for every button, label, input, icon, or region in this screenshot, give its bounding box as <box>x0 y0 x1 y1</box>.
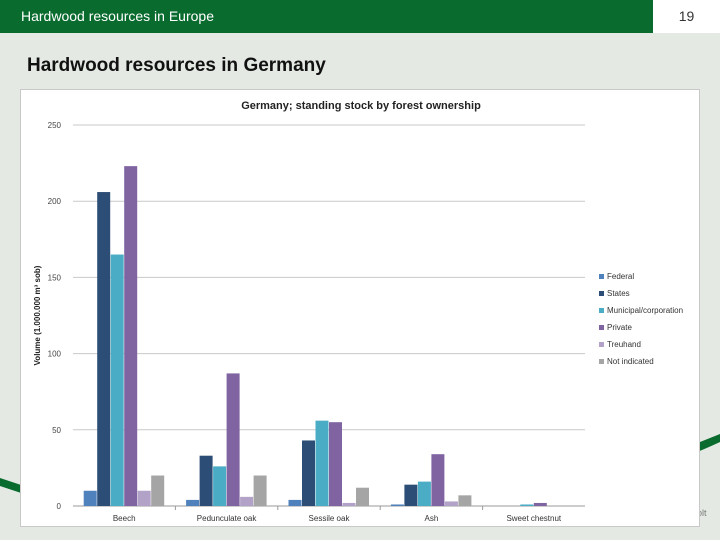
legend-swatch <box>599 274 604 279</box>
y-tick-label: 250 <box>48 121 62 130</box>
bar-federal <box>186 499 200 506</box>
y-tick-label: 0 <box>57 502 62 511</box>
bar-municipal-corporation <box>110 254 124 506</box>
x-tick-label: Beech <box>113 514 136 523</box>
legend-label: Federal <box>607 272 634 281</box>
bar-states <box>199 455 213 506</box>
y-tick-label: 200 <box>48 197 62 206</box>
bar-private <box>533 502 547 506</box>
bar-private <box>329 422 342 506</box>
y-axis-label: Volume (1.000.000 m³ sob) <box>33 265 42 365</box>
x-tick-label: Sweet chestnut <box>506 514 561 523</box>
bar-municipal-corporation <box>520 504 534 506</box>
chart-title: Germany; standing stock by forest owners… <box>241 100 481 112</box>
legend-label: Treuhand <box>607 340 641 349</box>
bar-federal <box>288 499 302 506</box>
bar-not-indicated <box>253 475 267 506</box>
bar-treuhand <box>137 490 151 506</box>
bar-chart: Germany; standing stock by forest owners… <box>33 100 683 523</box>
bar-not-indicated <box>356 487 369 506</box>
bar-private <box>124 166 138 506</box>
y-tick-label: 100 <box>48 350 62 359</box>
y-tick-label: 150 <box>48 273 62 282</box>
bar-federal <box>390 504 404 506</box>
legend-swatch <box>599 325 604 330</box>
bar-private <box>226 373 240 506</box>
bar-not-indicated <box>458 495 472 506</box>
bar-private <box>431 454 445 506</box>
bar-treuhand <box>342 502 356 506</box>
legend-swatch <box>599 342 604 347</box>
legend-swatch <box>599 359 604 364</box>
chart-frame: Germany; standing stock by forest owners… <box>20 89 700 527</box>
bar-municipal-corporation <box>315 420 329 506</box>
bar-municipal-corporation <box>417 481 431 506</box>
legend-label: States <box>607 289 630 298</box>
bar-states <box>404 484 418 506</box>
bar-not-indicated <box>151 475 165 506</box>
x-tick-label: Pedunculate oak <box>197 514 258 523</box>
x-tick-label: Sessile oak <box>309 514 351 523</box>
legend-label: Municipal/corporation <box>607 306 683 315</box>
y-tick-label: 50 <box>52 426 61 435</box>
bar-municipal-corporation <box>213 466 227 506</box>
legend-label: Not indicated <box>607 357 654 366</box>
bar-treuhand <box>240 496 254 506</box>
bar-treuhand <box>444 501 458 506</box>
legend-swatch <box>599 291 604 296</box>
legend-swatch <box>599 308 604 313</box>
x-tick-label: Ash <box>425 514 439 523</box>
bar-states <box>302 440 315 506</box>
legend-label: Private <box>607 323 632 332</box>
bar-states <box>97 192 111 506</box>
bar-federal <box>83 490 97 506</box>
